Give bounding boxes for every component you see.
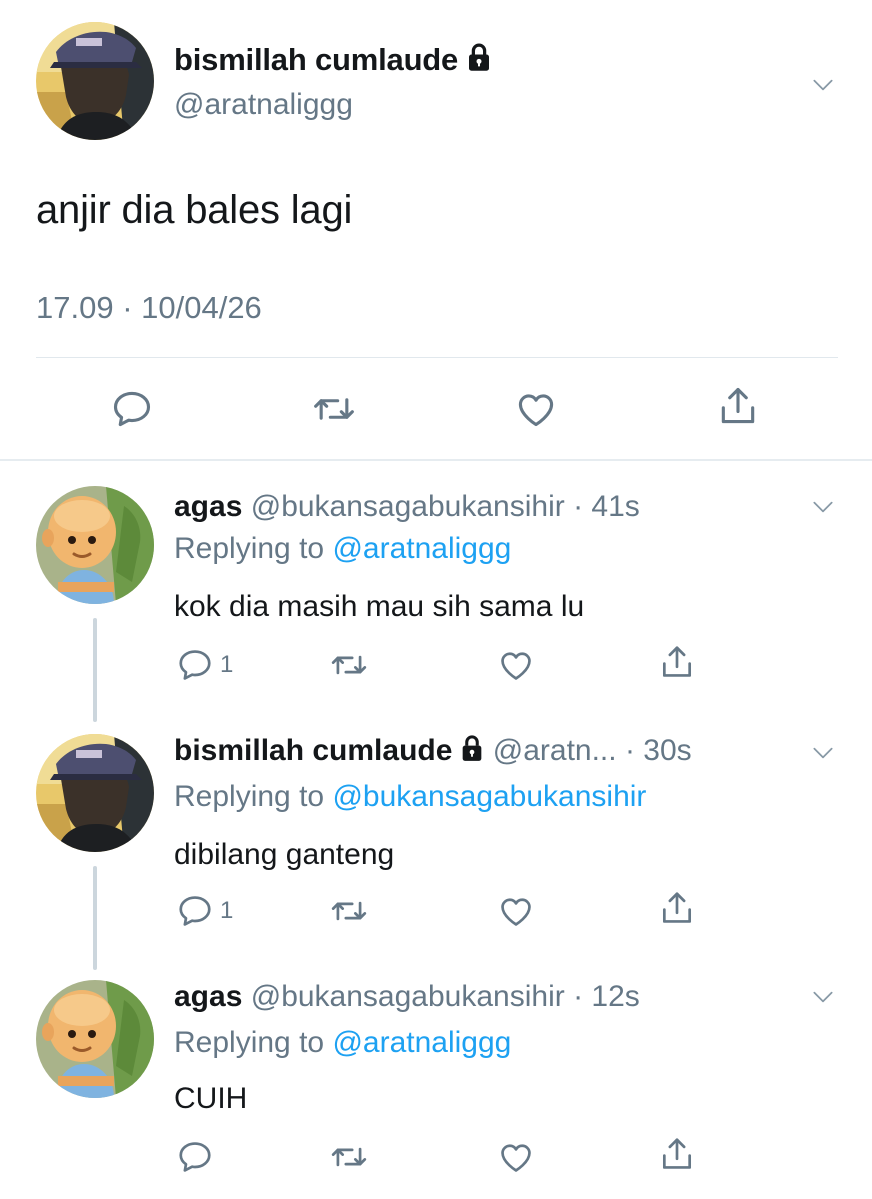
avatar-image — [36, 734, 154, 852]
display-name[interactable]: agas — [174, 490, 242, 523]
share-icon — [658, 889, 696, 927]
share-button[interactable] — [716, 384, 760, 428]
retweet-button[interactable] — [330, 892, 368, 930]
display-name[interactable]: bismillah cumlaude — [174, 734, 452, 767]
share-icon — [716, 384, 760, 428]
share-icon — [658, 1135, 696, 1173]
avatar[interactable] — [36, 486, 154, 604]
reply-button[interactable]: 1 — [176, 646, 233, 684]
mention-link[interactable]: @aratnaliggg — [332, 1026, 511, 1059]
share-icon — [658, 643, 696, 681]
avatar-image — [36, 22, 154, 140]
reply-text: dibilang ganteng — [174, 838, 395, 871]
mention-link[interactable]: @aratnaliggg — [332, 532, 511, 565]
tweet-timestamp: 17.09 · 10/04/26 — [36, 290, 262, 325]
reply-time: · 12s — [573, 980, 640, 1013]
replying-to-label: Replying to — [174, 1026, 333, 1059]
tweet-text: anjir dia bales lagi — [36, 188, 353, 232]
like-button[interactable] — [497, 892, 535, 930]
reply-icon — [110, 387, 154, 431]
display-name[interactable]: agas — [174, 980, 242, 1013]
reply-time: · 30s — [624, 734, 692, 767]
username[interactable]: @aratn... — [493, 734, 617, 767]
share-button[interactable] — [658, 643, 696, 681]
like-button[interactable] — [497, 646, 535, 684]
reply-text: CUIH — [174, 1082, 248, 1115]
reply-tweet: agas @bukansagabukansihir · 41s Replying… — [0, 486, 872, 726]
replying-to-label: Replying to — [174, 780, 333, 813]
reply-button[interactable] — [110, 387, 154, 431]
lock-icon — [460, 734, 484, 762]
avatar[interactable] — [36, 980, 154, 1098]
chevron-down-icon[interactable] — [806, 494, 840, 520]
lock-icon — [466, 42, 492, 72]
reply-button[interactable] — [176, 1138, 214, 1176]
share-button[interactable] — [658, 1135, 696, 1173]
reply-button[interactable]: 1 — [176, 892, 233, 930]
display-name[interactable]: bismillah cumlaude — [174, 42, 492, 78]
replying-to: Replying to @aratnaliggg — [174, 532, 511, 566]
chevron-down-icon[interactable] — [806, 72, 840, 98]
reply-count: 1 — [220, 651, 234, 678]
like-button[interactable] — [514, 387, 558, 431]
mention-link[interactable]: @bukansagabukansihir — [332, 780, 646, 813]
like-icon — [497, 892, 535, 930]
reply-header: bismillah cumlaude @aratn... · 30s — [174, 734, 692, 768]
like-button[interactable] — [497, 1138, 535, 1176]
avatar[interactable] — [36, 734, 154, 852]
reply-icon — [176, 1138, 214, 1176]
reply-header: agas @bukansagabukansihir · 12s — [174, 980, 640, 1014]
chevron-down-icon[interactable] — [806, 984, 840, 1010]
share-button[interactable] — [658, 889, 696, 927]
chevron-down-icon[interactable] — [806, 740, 840, 766]
reply-icon — [176, 646, 214, 684]
reply-tweet: bismillah cumlaude @aratn... · 30s Reply… — [0, 734, 872, 974]
avatar-image — [36, 486, 154, 604]
retweet-button[interactable] — [330, 1138, 368, 1176]
reply-icon — [176, 892, 214, 930]
retweet-icon — [312, 387, 356, 431]
reply-tweet: agas @bukansagabukansihir · 12s Replying… — [0, 980, 872, 1199]
avatar-image — [36, 980, 154, 1098]
like-icon — [497, 1138, 535, 1176]
reply-header: agas @bukansagabukansihir · 41s — [174, 490, 640, 524]
username[interactable]: @aratnaliggg — [174, 88, 353, 122]
reply-count: 1 — [220, 897, 234, 924]
like-icon — [497, 646, 535, 684]
replying-to: Replying to @aratnaliggg — [174, 1026, 511, 1060]
retweet-icon — [330, 646, 368, 684]
reply-text: kok dia masih mau sih sama lu — [174, 590, 585, 623]
retweet-button[interactable] — [312, 387, 356, 431]
like-icon — [514, 387, 558, 431]
username[interactable]: @bukansagabukansihir — [251, 980, 565, 1013]
retweet-icon — [330, 892, 368, 930]
retweet-icon — [330, 1138, 368, 1176]
replying-to: Replying to @bukansagabukansihir — [174, 780, 646, 814]
username[interactable]: @bukansagabukansihir — [251, 490, 565, 523]
avatar[interactable] — [36, 22, 154, 140]
replying-to-label: Replying to — [174, 532, 333, 565]
main-tweet: bismillah cumlaude @aratnaliggg anjir di… — [0, 0, 872, 460]
section-separator — [0, 459, 872, 461]
display-name-text: bismillah cumlaude — [174, 42, 459, 77]
retweet-button[interactable] — [330, 646, 368, 684]
reply-time: · 41s — [573, 490, 640, 523]
divider — [36, 357, 838, 358]
